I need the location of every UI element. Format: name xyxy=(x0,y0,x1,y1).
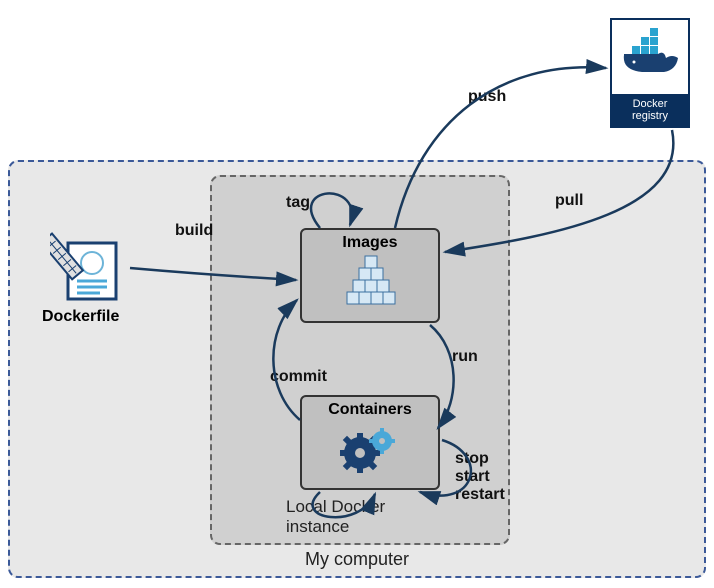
containers-node: Containers xyxy=(300,395,440,490)
registry-label: Docker registry xyxy=(612,94,688,126)
commit-label: commit xyxy=(270,368,327,386)
images-pyramid-icon xyxy=(325,254,415,314)
images-node: Images xyxy=(300,228,440,323)
push-label: push xyxy=(468,88,506,106)
restart-label: restart xyxy=(455,486,505,504)
containers-gears-icon xyxy=(330,421,410,476)
containers-title: Containers xyxy=(302,401,438,419)
pull-label: pull xyxy=(555,192,583,210)
local-docker-label: Local Docker instance xyxy=(286,497,434,537)
tag-label: tag xyxy=(286,194,310,212)
images-title: Images xyxy=(302,234,438,252)
stop-label: stop xyxy=(455,450,489,468)
docker-registry-node: Docker registry xyxy=(610,18,690,128)
run-label: run xyxy=(452,348,478,366)
start-label: start xyxy=(455,468,490,486)
my-computer-label: My computer xyxy=(305,549,409,570)
docker-whale-icon xyxy=(612,20,688,90)
dockerfile-label: Dockerfile xyxy=(42,308,119,326)
dockerfile-icon xyxy=(50,225,130,305)
build-label: build xyxy=(175,222,213,240)
